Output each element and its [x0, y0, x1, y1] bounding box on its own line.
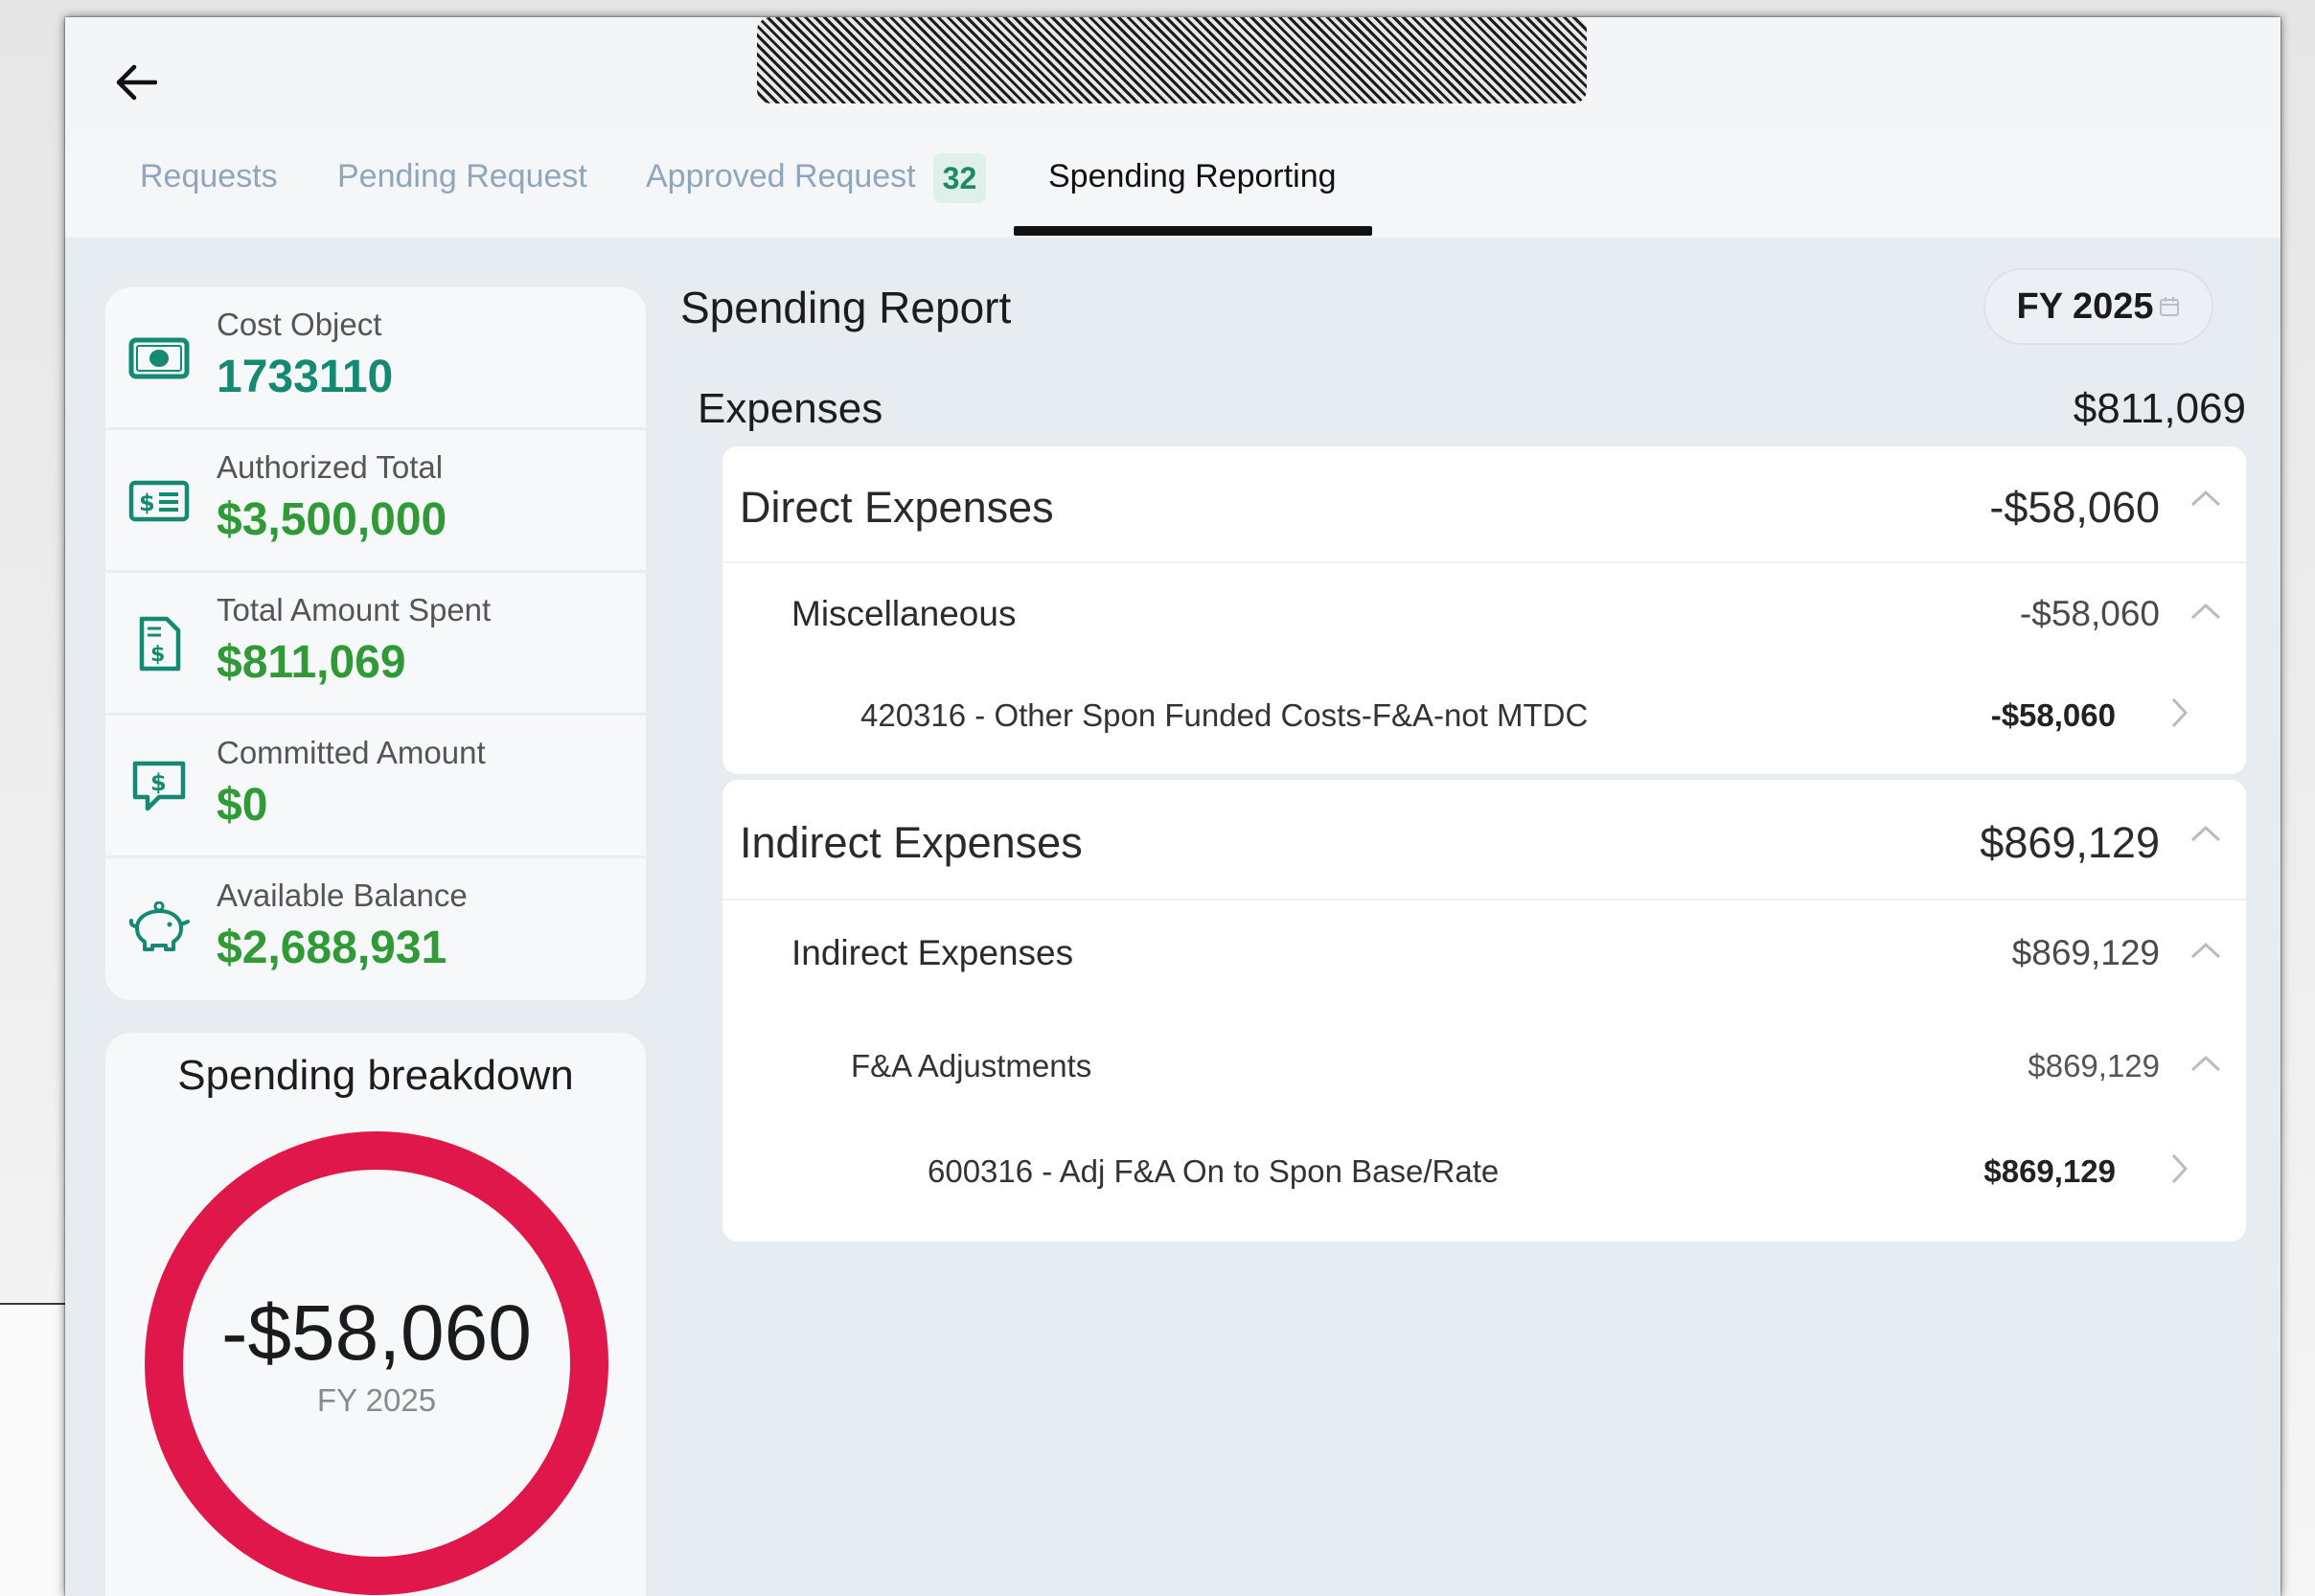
- miscellaneous-row[interactable]: Miscellaneous -$58,060: [722, 563, 2246, 669]
- receipt-dollar-icon: $: [126, 611, 192, 676]
- svg-text:$: $: [150, 769, 167, 796]
- back-button[interactable]: [107, 54, 165, 111]
- tab-spending-reporting[interactable]: Spending Reporting: [1048, 148, 1337, 224]
- row-amount: -$58,060: [2019, 594, 2160, 633]
- chevron-up-icon[interactable]: [2187, 479, 2225, 517]
- fiscal-year-label: FY 2025: [2016, 285, 2154, 327]
- donut-value: -$58,060: [221, 1289, 532, 1377]
- chevron-right-icon[interactable]: [2160, 694, 2198, 732]
- stat-committed-amount: $ Committed Amount $0: [105, 716, 646, 858]
- stat-cost-object: Cost Object 1733110: [105, 287, 646, 430]
- dollar-list-icon: $: [126, 468, 192, 534]
- breakdown-title: Spending breakdown: [177, 1052, 574, 1099]
- row-label: Direct Expenses: [740, 483, 1054, 532]
- donut-center: -$58,060 FY 2025: [142, 1129, 611, 1596]
- calendar-icon: [2160, 297, 2180, 316]
- direct-expenses-card: Direct Expenses -$58,060 Miscellaneous -…: [722, 446, 2246, 774]
- row-amount: $869,129: [1980, 818, 2160, 867]
- svg-text:$: $: [139, 490, 155, 516]
- expenses-total: $811,069: [2073, 385, 2246, 432]
- chevron-up-icon[interactable]: [2187, 592, 2225, 630]
- tab-label: Requests: [140, 158, 278, 194]
- stat-value: $0: [217, 780, 268, 831]
- row-label: Indirect Expenses: [791, 933, 1074, 972]
- tab-label: Spending Reporting: [1048, 158, 1337, 194]
- top-bar: [65, 17, 2281, 134]
- spending-breakdown-card: Spending breakdown -$58,060 FY 2025: [105, 1033, 646, 1596]
- stat-value: $811,069: [217, 637, 406, 688]
- stat-label: Total Amount Spent: [217, 592, 492, 627]
- piggy-bank-icon: [126, 897, 192, 962]
- tab-pending-request[interactable]: Pending Request: [337, 148, 587, 224]
- row-amount: $869,129: [2028, 1048, 2160, 1083]
- tab-bar: Requests Pending Request Approved Reques…: [65, 134, 2281, 238]
- fa-adjustments-row[interactable]: F&A Adjustments $869,129: [722, 1010, 2246, 1123]
- money-bill-icon: [126, 326, 192, 391]
- chevron-up-icon[interactable]: [2187, 1044, 2225, 1083]
- svg-text:$: $: [150, 643, 165, 667]
- row-label: Indirect Expenses: [740, 818, 1083, 867]
- indirect-expenses-subrow[interactable]: Indirect Expenses $869,129: [722, 901, 2246, 1010]
- chevron-up-icon[interactable]: [2187, 814, 2225, 853]
- row-amount: $869,129: [1983, 1153, 2116, 1189]
- row-amount: -$58,060: [1990, 697, 2116, 733]
- stat-value: 1733110: [217, 352, 394, 402]
- account-row-600316[interactable]: 600316 - Adj F&A On to Spon Base/Rate $8…: [722, 1123, 2246, 1242]
- fiscal-year-picker[interactable]: FY 2025: [1983, 268, 2213, 345]
- chat-dollar-icon: $: [126, 754, 192, 819]
- count-badge: 32: [932, 153, 987, 204]
- app-window: Requests Pending Request Approved Reques…: [65, 17, 2281, 1596]
- row-amount: $869,129: [2011, 933, 2160, 972]
- stat-available-balance: Available Balance $2,688,931: [105, 858, 646, 1000]
- tab-requests[interactable]: Requests: [140, 148, 278, 224]
- tab-label: Approved Request: [646, 158, 916, 194]
- chevron-up-icon[interactable]: [2187, 931, 2225, 969]
- row-label: Miscellaneous: [791, 594, 1017, 633]
- report-title: Spending Report: [680, 283, 1012, 332]
- tab-label: Pending Request: [337, 158, 587, 194]
- stat-authorized-total: $ Authorized Total $3,500,000: [105, 430, 646, 573]
- redacted-title: [757, 17, 1587, 103]
- arrow-left-icon: [116, 64, 157, 101]
- chevron-right-icon[interactable]: [2160, 1150, 2198, 1188]
- row-label: 600316 - Adj F&A On to Spon Base/Rate: [928, 1153, 1500, 1189]
- account-row-420316[interactable]: 420316 - Other Spon Funded Costs-F&A-not…: [722, 669, 2246, 774]
- expenses-label: Expenses: [698, 385, 883, 432]
- row-amount: -$58,060: [1989, 483, 2160, 532]
- active-tab-indicator: [1014, 226, 1372, 236]
- stat-value: $2,688,931: [217, 923, 447, 973]
- stat-label: Cost Object: [217, 307, 382, 342]
- direct-expenses-row[interactable]: Direct Expenses -$58,060: [722, 446, 2246, 561]
- row-label: F&A Adjustments: [851, 1048, 1092, 1083]
- row-label: 420316 - Other Spon Funded Costs-F&A-not…: [860, 697, 1589, 733]
- stat-label: Available Balance: [217, 878, 468, 913]
- indirect-expenses-card: Indirect Expenses $869,129 Indirect Expe…: [722, 780, 2246, 1242]
- summary-card: Cost Object 1733110 $ Authorized Total $…: [105, 287, 646, 1000]
- stat-label: Committed Amount: [217, 735, 486, 770]
- tab-approved-request[interactable]: Approved Request 32: [646, 148, 987, 224]
- indirect-expenses-row[interactable]: Indirect Expenses $869,129: [722, 780, 2246, 899]
- stat-total-amount-spent: $ Total Amount Spent $811,069: [105, 573, 646, 716]
- stat-value: $3,500,000: [217, 494, 447, 545]
- donut-period: FY 2025: [316, 1382, 437, 1418]
- stat-label: Authorized Total: [217, 449, 444, 485]
